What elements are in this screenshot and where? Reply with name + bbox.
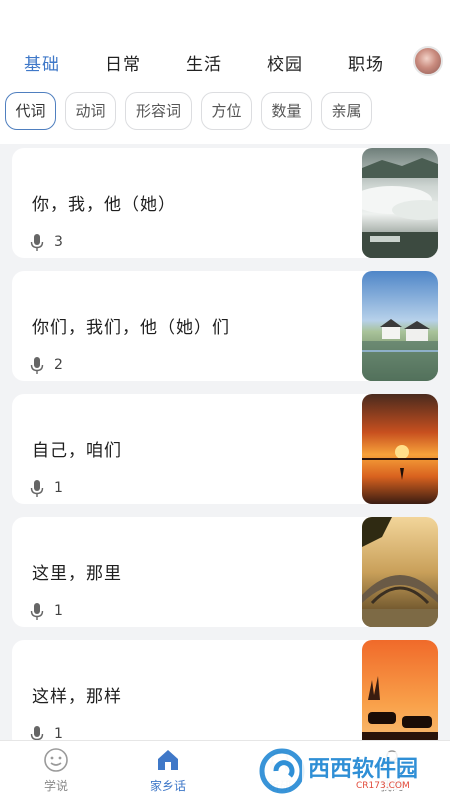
chip-pronoun[interactable]: 代词 <box>5 92 56 130</box>
list-item[interactable]: 自己，咱们 1 <box>12 394 438 504</box>
list-item[interactable]: 这样，那样 1 <box>12 640 438 750</box>
item-title: 自己，咱们 <box>32 441 122 461</box>
thumbnail-image <box>362 394 438 504</box>
recording-count: 1 <box>54 603 63 619</box>
chip-adjective[interactable]: 形容词 <box>125 92 192 130</box>
watermark-brand: 西西软件园 <box>308 756 418 782</box>
mic-icon <box>30 357 44 374</box>
item-title: 你们，我们，他（她）们 <box>32 318 230 338</box>
recording-count: 1 <box>54 480 63 496</box>
chip-direction[interactable]: 方位 <box>201 92 252 130</box>
tab-basic[interactable]: 基础 <box>24 50 60 75</box>
nav-label: 学说 <box>43 779 68 793</box>
nav-item-hometown[interactable]: 家乡话 <box>128 747 208 794</box>
tab-campus[interactable]: 校园 <box>267 50 303 75</box>
mic-icon <box>30 234 44 251</box>
chip-verb[interactable]: 动词 <box>65 92 116 130</box>
tab-life[interactable]: 生活 <box>186 50 222 75</box>
subcategory-chips: 代词 动词 形容词 方位 数量 亲属 <box>0 92 450 132</box>
item-title: 这样，那样 <box>32 687 122 707</box>
thumbnail-image <box>362 148 438 258</box>
item-title: 这里，那里 <box>32 564 122 584</box>
recording-count: 2 <box>54 357 63 373</box>
recording-count: 3 <box>54 234 63 250</box>
nav-item-learn[interactable]: 学说 <box>16 747 96 794</box>
chip-quantity[interactable]: 数量 <box>261 92 312 130</box>
category-tabs: 基础 日常 生活 校园 职场 <box>0 40 450 84</box>
watermark-url: CR173.COM <box>356 781 410 791</box>
mic-icon <box>30 480 44 497</box>
chip-relatives[interactable]: 亲属 <box>321 92 372 130</box>
nav-label: 家乡话 <box>149 779 186 793</box>
watermark-logo: 西西软件园 CR173.COM <box>258 748 442 794</box>
list-item[interactable]: 这里，那里 1 <box>12 517 438 627</box>
tab-workplace[interactable]: 职场 <box>348 50 384 75</box>
smile-icon <box>44 748 68 772</box>
thumbnail-image <box>362 271 438 381</box>
avatar[interactable] <box>413 46 443 76</box>
top-header: 基础 日常 生活 校园 职场 代词 动词 形容词 方位 数量 亲属 <box>0 0 450 144</box>
list-item[interactable]: 你们，我们，他（她）们 2 <box>12 271 438 381</box>
mic-icon <box>30 603 44 620</box>
thumbnail-image <box>362 517 438 627</box>
tab-daily[interactable]: 日常 <box>105 50 141 75</box>
item-title: 你，我，他（她） <box>32 195 176 215</box>
list-item[interactable]: 你，我，他（她） 3 <box>12 148 438 258</box>
thumbnail-image <box>362 640 438 750</box>
house-icon <box>158 750 178 770</box>
